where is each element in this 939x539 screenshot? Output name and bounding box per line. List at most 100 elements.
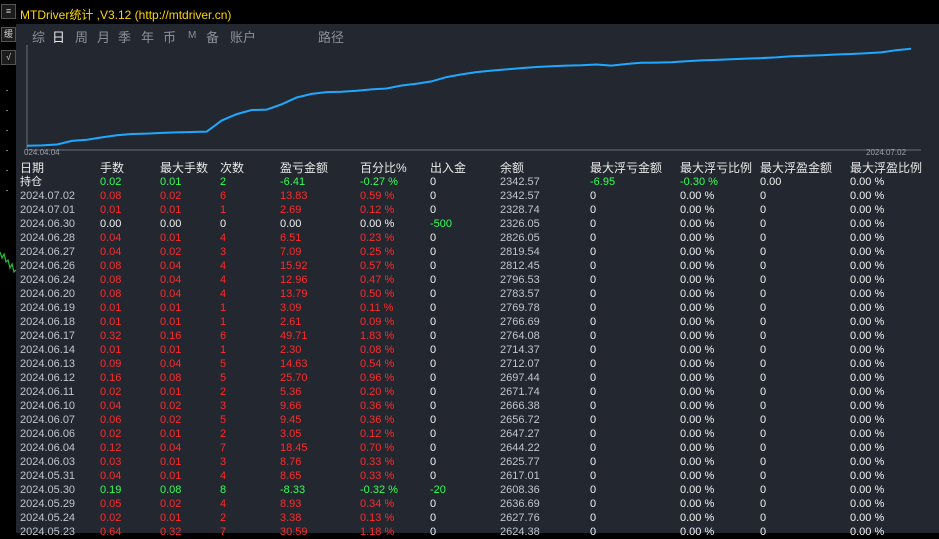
- table-cell: 0: [590, 302, 597, 314]
- strip-tick: [6, 130, 8, 131]
- table-row[interactable]: 2024.06.17 0.32 0.16 6 49.71 1.83 % 0 2764.08 0 0…: [16, 329, 939, 343]
- table-cell: 2697.44: [500, 372, 540, 384]
- cache-button[interactable]: 缓: [1, 27, 16, 42]
- table-row[interactable]: 2024.05.24 0.02 0.01 2 3.38 0.13 % 0 2627.76 0 0.…: [16, 511, 939, 525]
- table-cell: 0: [590, 526, 597, 538]
- table-cell: 2644.22: [500, 442, 540, 454]
- table-cell: 2819.54: [500, 246, 540, 258]
- table-row[interactable]: 2024.05.23 0.64 0.32 7 30.59 1.18 % 0 2624.38 0 0…: [16, 525, 939, 539]
- table-cell: 0.08: [100, 190, 122, 202]
- table-row[interactable]: 2024.06.11 0.02 0.01 2 5.36 0.20 % 0 2671.74 0 0.…: [16, 385, 939, 399]
- table-cell: 2.69: [280, 204, 302, 216]
- table-cell: 0: [760, 526, 767, 538]
- table-cell: 0.70 %: [360, 442, 395, 454]
- table-cell: 0.00 %: [850, 484, 885, 496]
- table-cell: 0.00 %: [850, 204, 885, 216]
- table-row[interactable]: 2024.06.04 0.12 0.04 7 18.45 0.70 % 0 2644.22 0 0…: [16, 441, 939, 455]
- table-row[interactable]: 2024.06.03 0.03 0.01 3 8.76 0.33 % 0 2625.77 0 0.…: [16, 455, 939, 469]
- column-header: 手数: [100, 161, 125, 175]
- table-cell: 2024.06.14: [20, 344, 76, 356]
- tab-4[interactable]: 季: [118, 27, 131, 46]
- table-cell: 2647.27: [500, 428, 540, 440]
- table-row[interactable]: 2024.06.30 0.00 0.00 0 0.00 0.00 % -500 2326.05…: [16, 217, 939, 231]
- table-cell: 0.12 %: [360, 204, 395, 216]
- table-cell: 0: [590, 218, 597, 230]
- table-cell: 0.00 %: [680, 274, 715, 286]
- tab-6[interactable]: 币: [163, 27, 176, 46]
- table-cell: 7: [220, 442, 227, 454]
- table-cell: 2: [220, 386, 227, 398]
- table-cell: 0.13 %: [360, 512, 395, 524]
- table-cell: 2024.06.03: [20, 456, 76, 468]
- table-cell: 0: [220, 218, 227, 230]
- table-cell: 5.36: [280, 386, 302, 398]
- tab-3[interactable]: 月: [97, 27, 110, 46]
- table-cell: 0: [590, 442, 597, 454]
- table-cell: 12.96: [280, 274, 308, 286]
- table-cell: 2656.72: [500, 414, 540, 426]
- table-cell: 0: [760, 204, 767, 216]
- table-row[interactable]: 2024.06.26 0.08 0.04 4 15.92 0.57 % 0 2812.45 0 0…: [16, 259, 939, 273]
- table-cell: 0.00 %: [680, 316, 715, 328]
- tab-10[interactable]: 路径: [318, 27, 344, 46]
- table-cell: 3: [220, 400, 227, 412]
- table-cell: 0.01: [160, 302, 182, 314]
- table-cell: 2024.05.24: [20, 512, 76, 524]
- tab-7[interactable]: M: [188, 30, 196, 41]
- table-row[interactable]: 2024.05.30 0.19 0.08 8 -8.33 -0.32 % -20 2608.3…: [16, 483, 939, 497]
- table-cell: 0.96 %: [360, 372, 395, 384]
- table-row[interactable]: 2024.06.20 0.08 0.04 4 13.79 0.50 % 0 2783.57 0 0…: [16, 287, 939, 301]
- tab-2[interactable]: 周: [75, 27, 88, 46]
- table-cell: 0.08 %: [360, 344, 395, 356]
- table-row[interactable]: 2024.06.28 0.04 0.01 4 6.51 0.23 % 0 2826.05 0 0.…: [16, 231, 939, 245]
- table-cell: 2024.06.04: [20, 442, 76, 454]
- column-header: 最大浮盈金额: [760, 161, 833, 175]
- table-row[interactable]: 2024.05.29 0.05 0.02 4 8.93 0.34 % 0 2636.69 0 0.…: [16, 497, 939, 511]
- table-row[interactable]: 2024.06.12 0.16 0.08 5 25.70 0.96 % 0 2697.44 0 0…: [16, 371, 939, 385]
- strip-tick: [6, 170, 8, 171]
- table-row[interactable]: 2024.05.31 0.04 0.01 4 8.65 0.33 % 0 2617.01 0 0.…: [16, 469, 939, 483]
- table-row[interactable]: 2024.07.01 0.01 0.01 1 2.69 0.12 % 0 2328.74 0 0.…: [16, 203, 939, 217]
- table-row[interactable]: 2024.06.19 0.01 0.01 1 3.09 0.11 % 0 2769.78 0 0.…: [16, 301, 939, 315]
- strip-tick: [6, 110, 8, 111]
- table-cell: 0.00 %: [680, 232, 715, 244]
- table-cell: 2712.07: [500, 358, 540, 370]
- table-cell: 0: [430, 512, 437, 524]
- table-row[interactable]: 2024.06.18 0.01 0.01 1 2.61 0.09 % 0 2766.69 0 0.…: [16, 315, 939, 329]
- table-cell: 0.05: [100, 498, 122, 510]
- table-cell: 2826.05: [500, 232, 540, 244]
- table-cell: -500: [430, 218, 453, 230]
- table-cell: 0.01: [160, 232, 182, 244]
- table-row[interactable]: 2024.06.24 0.08 0.04 4 12.96 0.47 % 0 2796.53 0 0…: [16, 273, 939, 287]
- table-row[interactable]: 2024.06.06 0.02 0.01 2 3.05 0.12 % 0 2647.27 0 0.…: [16, 427, 939, 441]
- table-row[interactable]: 2024.07.02 0.08 0.02 6 13.83 0.59 % 0 2342.57 0 0…: [16, 189, 939, 203]
- tab-8[interactable]: 备: [206, 27, 219, 46]
- table-cell: 0: [430, 344, 437, 356]
- table-cell: 0.00 %: [850, 218, 885, 230]
- table-cell: 0: [760, 246, 767, 258]
- table-cell: 0.01: [100, 204, 122, 216]
- table-row[interactable]: 2024.06.27 0.04 0.02 3 7.09 0.25 % 0 2819.54 0 0.…: [16, 245, 939, 259]
- table-cell: 4: [220, 288, 227, 300]
- tab-1[interactable]: 日: [52, 27, 65, 46]
- tab-5[interactable]: 年: [141, 27, 154, 46]
- tab-0[interactable]: 综: [32, 27, 45, 46]
- column-header: 最大浮亏金额: [590, 161, 663, 175]
- table-row[interactable]: 2024.06.07 0.06 0.02 5 9.45 0.36 % 0 2656.72 0 0.…: [16, 413, 939, 427]
- column-header: 百分比%: [360, 161, 407, 175]
- table-row[interactable]: 2024.06.13 0.09 0.04 5 14.63 0.54 % 0 2712.07 0 0…: [16, 357, 939, 371]
- table-cell: 7: [220, 526, 227, 538]
- table-cell: 0: [430, 358, 437, 370]
- table-cell: 0.00 %: [680, 456, 715, 468]
- table-cell: 3: [220, 456, 227, 468]
- tab-9[interactable]: 账户: [230, 27, 256, 46]
- table-cell: 0.00 %: [680, 400, 715, 412]
- table-cell: 0.00 %: [850, 372, 885, 384]
- table-cell: 0.04: [160, 274, 182, 286]
- table-cell: 15.92: [280, 260, 308, 272]
- table-row[interactable]: 2024.06.10 0.04 0.02 3 9.66 0.36 % 0 2666.38 0 0.…: [16, 399, 939, 413]
- table-cell: 0.00 %: [680, 372, 715, 384]
- menu-icon[interactable]: ≡: [1, 4, 16, 19]
- checkmark-icon[interactable]: √: [1, 50, 16, 65]
- table-row[interactable]: 2024.06.14 0.01 0.01 1 2.30 0.08 % 0 2714.37 0 0.…: [16, 343, 939, 357]
